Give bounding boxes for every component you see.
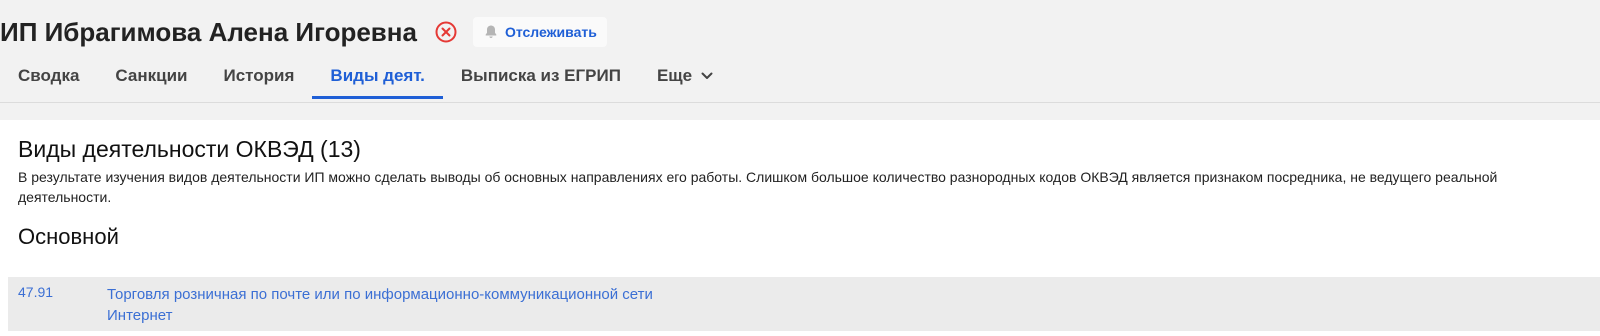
title-row: ИП Ибрагимова Алена Игоревна Отслеживать [0,12,607,52]
track-button[interactable]: Отслеживать [472,17,607,47]
tab-bar: Сводка Санкции История Виды деят. Выписк… [0,60,732,102]
tab-more[interactable]: Еще [639,60,732,92]
page-title: ИП Ибрагимова Алена Игоревна [0,16,417,47]
okved-name-link[interactable]: Торговля розничная по почте или по инфор… [107,284,727,326]
chevron-down-icon [700,69,714,83]
activities-panel: Виды деятельности ОКВЭД (13) В результат… [0,120,1600,336]
section-description: В результате изучения видов деятельности… [18,169,1498,205]
tab-label: Санкции [115,66,188,85]
tab-history[interactable]: История [206,60,313,92]
tab-label: Сводка [18,66,80,85]
tab-label: Виды деят. [330,66,425,85]
track-button-label: Отслеживать [504,24,597,40]
tab-sanctions[interactable]: Санкции [97,60,205,92]
okved-code-link[interactable]: 47.91 [18,284,53,300]
section-title: Виды деятельности ОКВЭД (13) [18,136,361,162]
page-header: ИП Ибрагимова Алена Игоревна Отслеживать… [0,0,1600,103]
primary-activity-heading: Основной [18,224,119,249]
tab-egrip-extract[interactable]: Выписка из ЕГРИП [443,60,639,92]
tab-summary[interactable]: Сводка [0,60,97,92]
tab-label: История [223,66,295,85]
okved-name-line: Интернет [107,307,173,324]
close-circle-icon[interactable] [435,21,457,43]
tab-label: Еще [656,66,693,85]
okved-name-line: Торговля розничная по почте или по инфор… [107,286,653,303]
bell-icon [483,24,499,40]
okved-row: 47.91 Торговля розничная по почте или по… [8,277,1600,331]
tab-label: Выписка из ЕГРИП [460,66,621,85]
tab-activities[interactable]: Виды деят. [312,60,444,99]
